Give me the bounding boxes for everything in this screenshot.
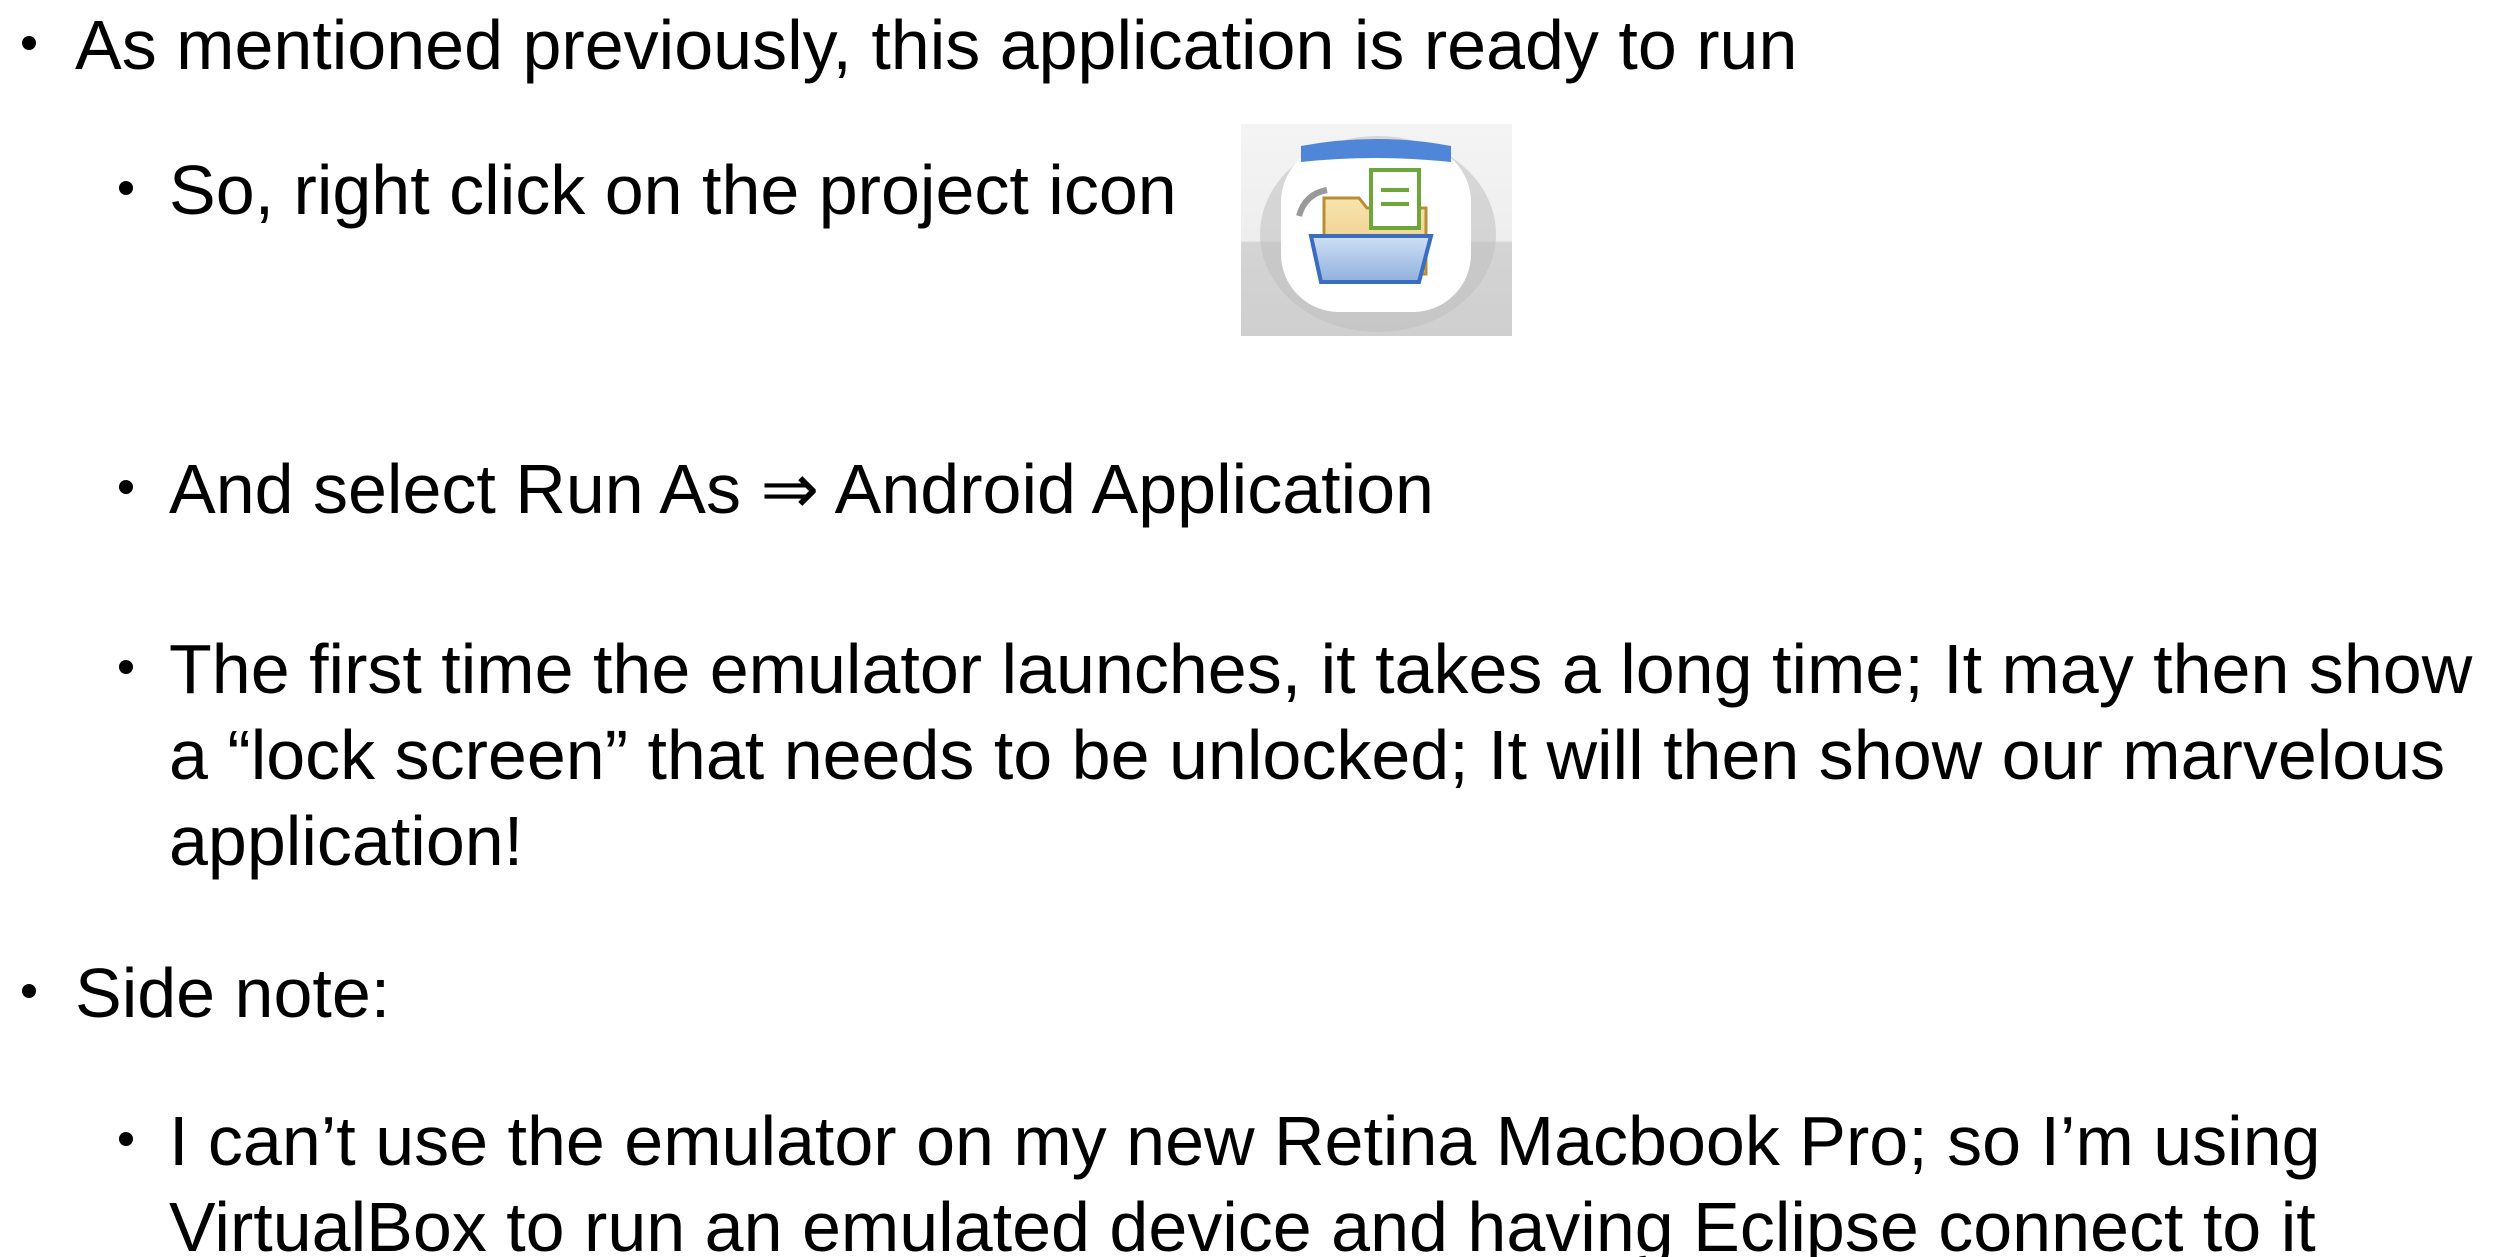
bullet-marker xyxy=(22,984,36,998)
bullet-text: The first time the emulator launches, it… xyxy=(169,630,2492,880)
bullet-item-virtualbox: I can’t use the emulator on my new Retin… xyxy=(119,1098,2409,1257)
bullet-text: And select Run As ⇒ Android Application xyxy=(169,450,1434,528)
bullet-marker xyxy=(22,36,36,50)
bullet-marker xyxy=(119,660,133,674)
bullet-item-run-as: And select Run As ⇒ Android Application xyxy=(119,446,1434,532)
bullet-text: So, right click on the project icon xyxy=(169,151,1177,229)
bullet-text: I can’t use the emulator on my new Retin… xyxy=(169,1102,2341,1257)
bullet-item-side-note: Side note: xyxy=(22,950,391,1036)
android-project-folder-icon xyxy=(1241,124,1512,336)
bullet-marker xyxy=(119,480,133,494)
bullet-text: As mentioned previously, this applicatio… xyxy=(75,6,1798,84)
bullet-marker xyxy=(119,1132,133,1146)
bullet-item-ready-to-run: As mentioned previously, this applicatio… xyxy=(22,2,1798,88)
bullet-text: Side note: xyxy=(75,954,391,1032)
bullet-item-emulator-launch: The first time the emulator launches, it… xyxy=(119,626,2499,884)
bullet-marker xyxy=(119,181,133,195)
bullet-item-right-click: So, right click on the project icon xyxy=(119,147,1177,233)
